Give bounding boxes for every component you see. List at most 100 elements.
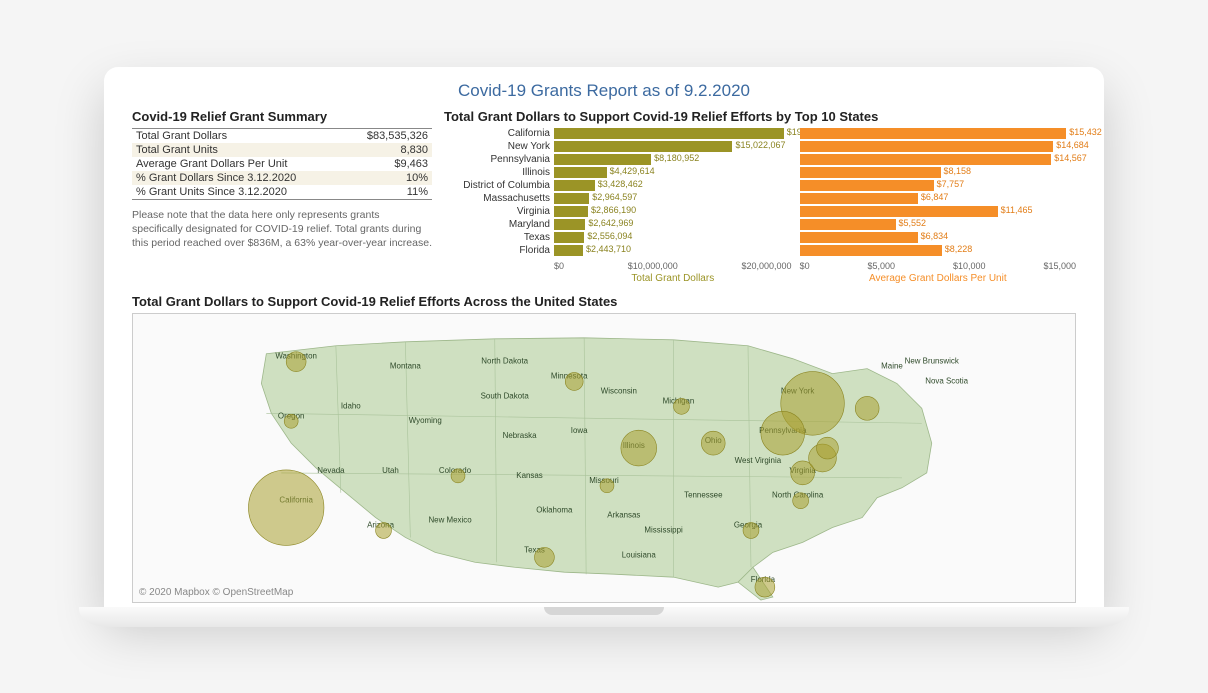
axis-tick: $0	[800, 261, 810, 271]
summary-value: $9,463	[345, 157, 432, 171]
bar-row[interactable]: Texas $2,556,094	[444, 232, 792, 244]
map-bubble[interactable]	[855, 396, 879, 420]
bar-row[interactable]: $6,834	[800, 232, 1076, 244]
bar-state-label: Texas	[444, 232, 554, 243]
bar-value: $2,964,597	[592, 192, 637, 202]
bar-value: $8,180,952	[654, 153, 699, 163]
laptop-base	[79, 607, 1129, 627]
bar-value: $6,834	[921, 231, 949, 241]
bar-state-label: Illinois	[444, 167, 554, 178]
bar-value: $11,465	[1001, 205, 1033, 215]
map-state-label: Arkansas	[607, 510, 640, 519]
bar-value: $2,443,710	[586, 244, 631, 254]
map-bubble[interactable]	[793, 492, 809, 508]
summary-row: Total Grant Dollars$83,535,326	[132, 128, 432, 143]
axis-tick: $15,000	[1043, 261, 1076, 271]
summary-value: 10%	[345, 171, 432, 185]
map-bubble[interactable]	[284, 414, 298, 428]
bar-row[interactable]: Pennsylvania $8,180,952	[444, 154, 792, 166]
map-bubble[interactable]	[286, 351, 306, 371]
map-bubble[interactable]	[248, 469, 323, 544]
bar-state-label: California	[444, 128, 554, 139]
bar-row[interactable]: Illinois $4,429,614	[444, 167, 792, 179]
bar-value: $14,567	[1054, 153, 1087, 163]
bar-value: $2,556,094	[587, 231, 632, 241]
axis-tick: $20,000,000	[742, 261, 792, 271]
bar-value: $14,684	[1056, 140, 1089, 150]
map-bubble[interactable]	[701, 431, 725, 455]
axis-tick: $10,000,000	[628, 261, 678, 271]
bar-row[interactable]: New York $15,022,067	[444, 141, 792, 153]
avg-per-unit-chart[interactable]: $15,432$14,684$14,567$8,158 $7,757 $6,847 $…	[800, 128, 1076, 284]
bar-state-label: Pennsylvania	[444, 154, 554, 165]
summary-footnote: Please note that the data here only repr…	[132, 208, 432, 251]
axis-tick: $0	[554, 261, 564, 271]
map-bubble[interactable]	[743, 522, 759, 538]
map-bubble[interactable]	[761, 411, 805, 455]
bar-value: $15,022,067	[735, 140, 785, 150]
bar-value: $2,866,190	[591, 205, 636, 215]
axis-tick: $5,000	[868, 261, 896, 271]
map-bubble[interactable]	[600, 478, 614, 492]
summary-label: Average Grant Dollars Per Unit	[132, 157, 345, 171]
map-state-label: Mississippi	[644, 525, 683, 534]
map-bubble[interactable]	[534, 547, 554, 567]
bar-value: $6,847	[921, 192, 949, 202]
bar-row[interactable]: Massachusetts$2,964,597	[444, 193, 792, 205]
bar-value: $4,429,614	[610, 166, 655, 176]
report-title: Covid-19 Grants Report as of 9.2.2020	[132, 81, 1076, 101]
total-dollars-chart[interactable]: California$19,336,732New York $15,022,067…	[444, 128, 792, 284]
map-state-label: New Brunswick	[905, 356, 959, 365]
bar-row[interactable]: $11,465	[800, 206, 1076, 218]
map-state-label: Iowa	[571, 426, 588, 435]
bar-value: $2,642,969	[588, 218, 633, 228]
bar-row[interactable]: Maryland $2,642,969	[444, 219, 792, 231]
bar-value: $5,552	[899, 218, 927, 228]
bar-row[interactable]: $14,567	[800, 154, 1076, 166]
bar-row[interactable]: District of Columbia$3,428,462	[444, 180, 792, 192]
map-bubble[interactable]	[674, 398, 690, 414]
bar-state-label: Florida	[444, 245, 554, 256]
map-bubble[interactable]	[817, 437, 839, 459]
dashboard-window: Covid-19 Grants Report as of 9.2.2020 Co…	[104, 67, 1104, 609]
bar-row[interactable]: $8,228	[800, 245, 1076, 257]
map-state-label: New Mexico	[428, 515, 472, 524]
bar-value: $8,158	[944, 166, 972, 176]
summary-label: Total Grant Units	[132, 143, 345, 157]
summary-row: Total Grant Units8,830	[132, 143, 432, 157]
summary-row: Average Grant Dollars Per Unit$9,463	[132, 157, 432, 171]
map-state-label: Idaho	[341, 401, 361, 410]
map-state-label: South Dakota	[481, 391, 530, 400]
map-bubble[interactable]	[621, 430, 657, 466]
bar-state-label: New York	[444, 141, 554, 152]
bar-state-label: Maryland	[444, 219, 554, 230]
map-bubble[interactable]	[791, 460, 815, 484]
bar-row[interactable]: $7,757	[800, 180, 1076, 192]
summary-label: Total Grant Dollars	[132, 128, 345, 143]
bar-row[interactable]: California$19,336,732	[444, 128, 792, 140]
axis-tick: $10,000	[953, 261, 986, 271]
bar-row[interactable]: $6,847	[800, 193, 1076, 205]
bar-value: $8,228	[945, 244, 973, 254]
summary-value: 8,830	[345, 143, 432, 157]
map-bubble[interactable]	[451, 468, 465, 482]
us-map[interactable]: WashingtonMontanaNorth DakotaSouth Dakot…	[132, 313, 1076, 603]
summary-label: % Grant Dollars Since 3.12.2020	[132, 171, 345, 185]
bar-row[interactable]: Florida $2,443,710	[444, 245, 792, 257]
bar-row[interactable]: Virginia$2,866,190	[444, 206, 792, 218]
summary-panel: Covid-19 Relief Grant Summary Total Gran…	[132, 109, 432, 251]
map-state-label: Nova Scotia	[925, 376, 968, 385]
bar-row[interactable]: $14,684	[800, 141, 1076, 153]
summary-value: $83,535,326	[345, 128, 432, 143]
map-section: Total Grant Dollars to Support Covid-19 …	[132, 294, 1076, 603]
map-bubble[interactable]	[565, 372, 583, 390]
summary-heading: Covid-19 Relief Grant Summary	[132, 109, 432, 124]
map-bubble[interactable]	[755, 577, 775, 597]
total-dollars-axis-title: Total Grant Dollars	[554, 273, 792, 284]
bar-row[interactable]: $15,432	[800, 128, 1076, 140]
map-bubble[interactable]	[376, 522, 392, 538]
bar-value: $15,432	[1069, 127, 1102, 137]
bar-row[interactable]: $8,158	[800, 167, 1076, 179]
bar-row[interactable]: $5,552	[800, 219, 1076, 231]
bar-value: $7,757	[937, 179, 965, 189]
